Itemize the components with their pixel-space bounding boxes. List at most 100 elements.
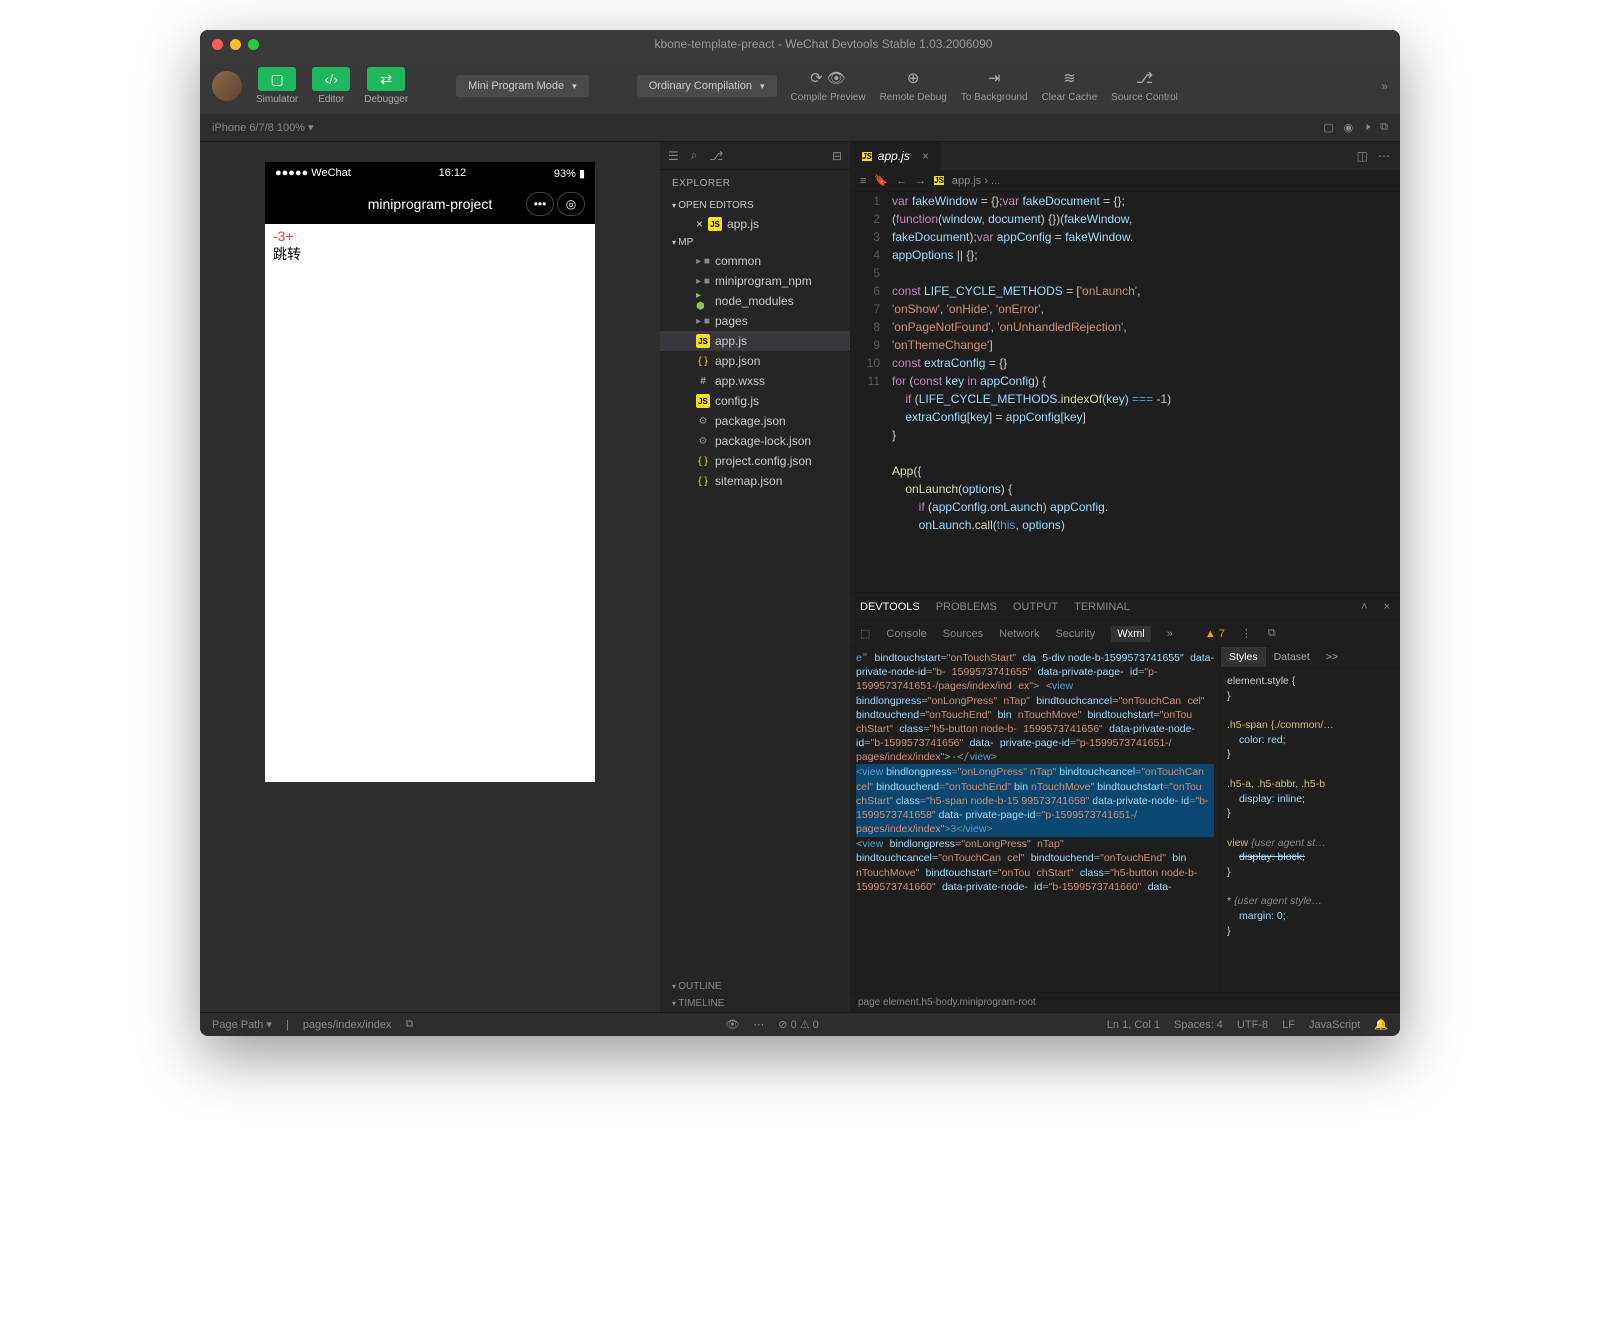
avatar[interactable] <box>212 71 242 101</box>
css-rules[interactable]: element.style { } .h5-span {./common/… c… <box>1221 668 1400 944</box>
mute-icon[interactable]: 🕨 <box>1363 121 1370 134</box>
phone-icon[interactable]: ▢ <box>1323 121 1333 134</box>
file-item[interactable]: { }project.config.json <box>660 451 850 471</box>
search-icon[interactable]: ⌕ <box>691 148 698 163</box>
kebab-icon[interactable]: ⋮ <box>1241 627 1252 640</box>
file-item[interactable]: ⚙package.json <box>660 411 850 431</box>
close-file-icon[interactable]: × <box>696 217 703 231</box>
js-icon: JS <box>696 334 710 348</box>
tab-terminal[interactable]: TERMINAL <box>1074 601 1130 613</box>
code-content[interactable]: var fakeWindow = {};var fakeDocument = {… <box>892 192 1400 592</box>
editor-button[interactable]: ‹/›Editor <box>312 67 350 105</box>
code-editor[interactable]: 1234567891011 var fakeWindow = {};var fa… <box>850 192 1400 592</box>
tab-network[interactable]: Network <box>999 628 1039 640</box>
debugger-button[interactable]: ⇄Debugger <box>364 67 408 105</box>
timeline-section[interactable]: TIMELINE <box>660 995 850 1012</box>
counter-text[interactable]: -3+ <box>273 228 587 244</box>
fwd-icon[interactable]: → <box>915 175 926 187</box>
compile-preview-button[interactable]: ⟳ 👁Compile Preview <box>791 69 866 103</box>
tab-app-js[interactable]: JS app.js × <box>850 142 941 170</box>
mode-dropdown[interactable]: Mini Program Mode <box>456 75 589 97</box>
app-window: kbone-template-preact - WeChat Devtools … <box>200 30 1400 1036</box>
tab-output[interactable]: OUTPUT <box>1013 601 1058 613</box>
more-tabs-icon[interactable]: » <box>1167 628 1173 640</box>
source-control-button[interactable]: ⎇Source Control <box>1111 69 1178 103</box>
file-item[interactable]: JSconfig.js <box>660 391 850 411</box>
eol[interactable]: LF <box>1282 1019 1295 1031</box>
file-item[interactable]: #app.wxss <box>660 371 850 391</box>
minimize-icon[interactable] <box>230 39 241 50</box>
device-dropdown[interactable]: iPhone 6/7/8 100% ▾ <box>212 121 314 134</box>
open-editor-item[interactable]: × JS app.js <box>660 214 850 234</box>
json-icon: { } <box>696 474 710 488</box>
file-item[interactable]: ▸ ■miniprogram_npm <box>660 271 850 291</box>
simulator-column: ●●●●● WeChat 16:12 93% ▮ miniprogram-pro… <box>200 142 660 1012</box>
open-editors-section[interactable]: OPEN EDITORS <box>660 197 850 214</box>
file-item[interactable]: { }sitemap.json <box>660 471 850 491</box>
breadcrumb: ≡ 🔖 ← → JS app.js › ... <box>850 170 1400 192</box>
list-icon[interactable]: ☰ <box>668 149 679 163</box>
page-path-label[interactable]: Page Path ▾ <box>212 1018 272 1031</box>
close-tab-icon[interactable]: × <box>922 149 929 163</box>
record-icon[interactable]: ◉ <box>1344 121 1354 134</box>
explorer-panel: ☰ ⌕ ⎇ ⊟ EXPLORER OPEN EDITORS × JS app.j… <box>660 142 850 1012</box>
collapse-icon[interactable]: ⊟ <box>832 149 842 163</box>
element-path[interactable]: page element.h5-body.miniprogram-root <box>850 992 1400 1012</box>
crumb-gutter-icon[interactable]: ≡ <box>860 175 866 187</box>
file-item[interactable]: ⚙package-lock.json <box>660 431 850 451</box>
chevron-up-icon[interactable]: ˄ <box>1361 601 1367 613</box>
errors-count[interactable]: ⊘ 0 ⚠ 0 <box>778 1018 819 1031</box>
explorer-title: EXPLORER <box>660 170 850 197</box>
language[interactable]: JavaScript <box>1309 1019 1360 1031</box>
file-item[interactable]: JSapp.js <box>660 331 850 351</box>
root-folder[interactable]: MP <box>660 234 850 251</box>
more-status-icon[interactable]: ⋯ <box>753 1018 764 1031</box>
file-item[interactable]: ▸ ⬢node_modules <box>660 291 850 311</box>
tab-dataset[interactable]: Dataset <box>1266 647 1318 667</box>
tab-wxml[interactable]: Wxml <box>1111 626 1151 642</box>
clear-cache-button[interactable]: ≋Clear Cache <box>1042 69 1098 103</box>
to-background-button[interactable]: ⇥To Background <box>961 69 1028 103</box>
close-icon[interactable] <box>212 39 223 50</box>
simulator-button[interactable]: ▢Simulator <box>256 67 298 105</box>
tab-sources[interactable]: Sources <box>943 628 983 640</box>
tab-console[interactable]: Console <box>886 628 926 640</box>
remote-debug-button[interactable]: ⊕Remote Debug <box>880 69 947 103</box>
link-text[interactable]: 跳转 <box>273 244 587 264</box>
branch-icon[interactable]: ⎇ <box>710 149 724 163</box>
wxml-tree[interactable]: e" bindtouchstart="onTouchStart" cla 5-d… <box>850 647 1220 992</box>
cursor-pos[interactable]: Ln 1, Col 1 <box>1107 1019 1160 1031</box>
file-item[interactable]: ▸ ■pages <box>660 311 850 331</box>
more-editor-icon[interactable]: ⋯ <box>1378 149 1390 163</box>
maximize-icon[interactable] <box>248 39 259 50</box>
copy-icon[interactable]: ⧉ <box>1380 121 1388 134</box>
dock-icon[interactable]: ⧉ <box>1268 627 1276 640</box>
tab-styles[interactable]: Styles <box>1221 647 1266 667</box>
file-item[interactable]: ▸ ■common <box>660 251 850 271</box>
tab-more[interactable]: >> <box>1318 647 1346 667</box>
encoding[interactable]: UTF-8 <box>1237 1019 1268 1031</box>
bell-icon[interactable]: 🔔 <box>1374 1018 1388 1031</box>
copy-path-icon[interactable]: ⧉ <box>406 1018 414 1031</box>
compilation-dropdown[interactable]: Ordinary Compilation <box>637 75 777 97</box>
tab-problems[interactable]: PROBLEMS <box>936 601 997 613</box>
indent[interactable]: Spaces: 4 <box>1174 1019 1223 1031</box>
js-file-icon: JS <box>934 176 944 185</box>
outline-section[interactable]: OUTLINE <box>660 978 850 995</box>
phone-statusbar: ●●●●● WeChat 16:12 93% ▮ <box>265 162 595 184</box>
warnings-badge[interactable]: ▲ 7 <box>1205 628 1225 640</box>
back-icon[interactable]: ← <box>896 175 907 187</box>
file-item[interactable]: { }app.json <box>660 351 850 371</box>
eye-icon[interactable]: 👁 <box>725 1018 739 1031</box>
bookmark-icon[interactable]: 🔖 <box>874 174 888 187</box>
tab-security[interactable]: Security <box>1055 628 1095 640</box>
page-path[interactable]: pages/index/index <box>303 1019 392 1031</box>
js-icon: JS <box>696 394 710 408</box>
tab-devtools[interactable]: DEVTOOLS <box>860 601 920 613</box>
split-editor-icon[interactable]: ◫ <box>1357 149 1368 163</box>
inspect-icon[interactable]: ⬚ <box>860 627 870 640</box>
close-devtools-icon[interactable]: × <box>1384 601 1390 613</box>
capsule-close-icon[interactable]: ◎ <box>557 192 585 216</box>
more-icon[interactable]: » <box>1381 79 1388 93</box>
capsule-more-icon[interactable]: ••• <box>526 192 554 216</box>
